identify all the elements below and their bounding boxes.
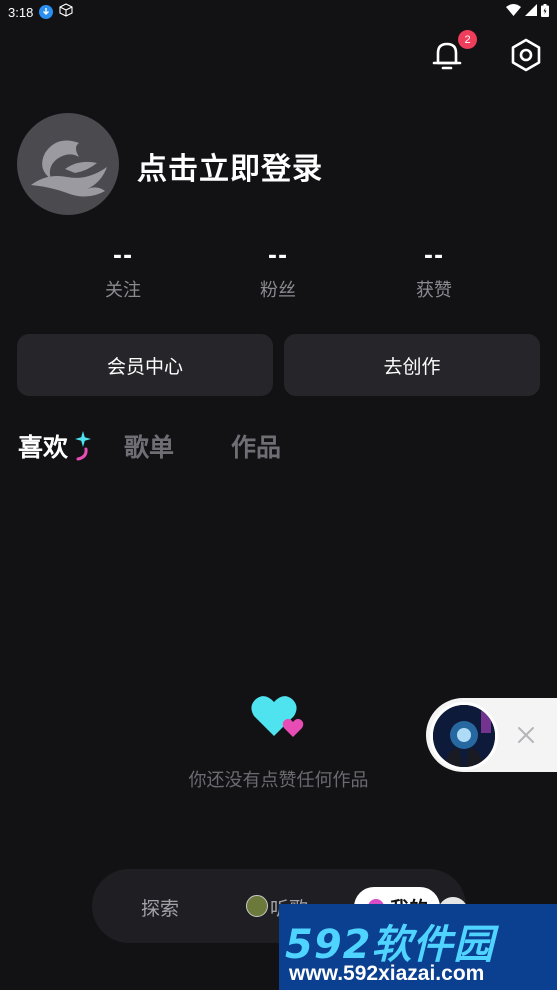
vip-center-button[interactable]: 会员中心 — [17, 334, 273, 396]
battery-icon — [541, 3, 549, 21]
tab-works[interactable]: 作品 — [231, 428, 281, 464]
watermark: 592软件园 www.592xiazai.com — [279, 904, 557, 990]
stat-likes-label: 获赞 — [416, 280, 452, 301]
watermark-url: www.592xiazai.com — [289, 962, 485, 985]
status-time: 3:18 — [8, 4, 34, 20]
stat-following-value: -- — [112, 244, 134, 269]
empty-hearts-icon — [251, 696, 304, 737]
stat-following[interactable]: -- 关注 — [73, 244, 173, 302]
stat-fans[interactable]: -- 粉丝 — [228, 244, 328, 302]
stat-following-label: 关注 — [105, 280, 141, 301]
stat-likes-value: -- — [423, 244, 445, 269]
sparkle-icon — [75, 431, 91, 461]
status-bar: 3:18 — [0, 0, 557, 24]
album-cover-art — [433, 705, 495, 767]
avatar[interactable] — [17, 113, 119, 215]
floating-player-cover[interactable] — [430, 702, 498, 770]
login-prompt[interactable]: 点击立即登录 — [137, 144, 323, 188]
player-close-button[interactable] — [515, 724, 537, 746]
close-icon — [518, 727, 534, 743]
settings-icon — [511, 38, 541, 72]
stat-fans-value: -- — [267, 244, 289, 269]
stat-fans-label: 粉丝 — [260, 280, 296, 301]
create-button[interactable]: 去创作 — [284, 334, 540, 396]
notification-badge: 2 — [458, 30, 477, 49]
wifi-icon — [506, 4, 521, 20]
download-icon — [39, 5, 54, 19]
nav-explore[interactable]: 探索 — [141, 894, 179, 921]
settings-button[interactable] — [506, 35, 546, 75]
cube-icon — [59, 3, 73, 21]
listen-cover-icon — [246, 895, 268, 917]
tab-playlists[interactable]: 歌单 — [124, 428, 174, 464]
signal-icon — [525, 4, 537, 20]
default-avatar-logo-icon — [31, 140, 107, 197]
stat-likes[interactable]: -- 获赞 — [384, 244, 484, 302]
tab-likes[interactable]: 喜欢 — [18, 428, 68, 464]
